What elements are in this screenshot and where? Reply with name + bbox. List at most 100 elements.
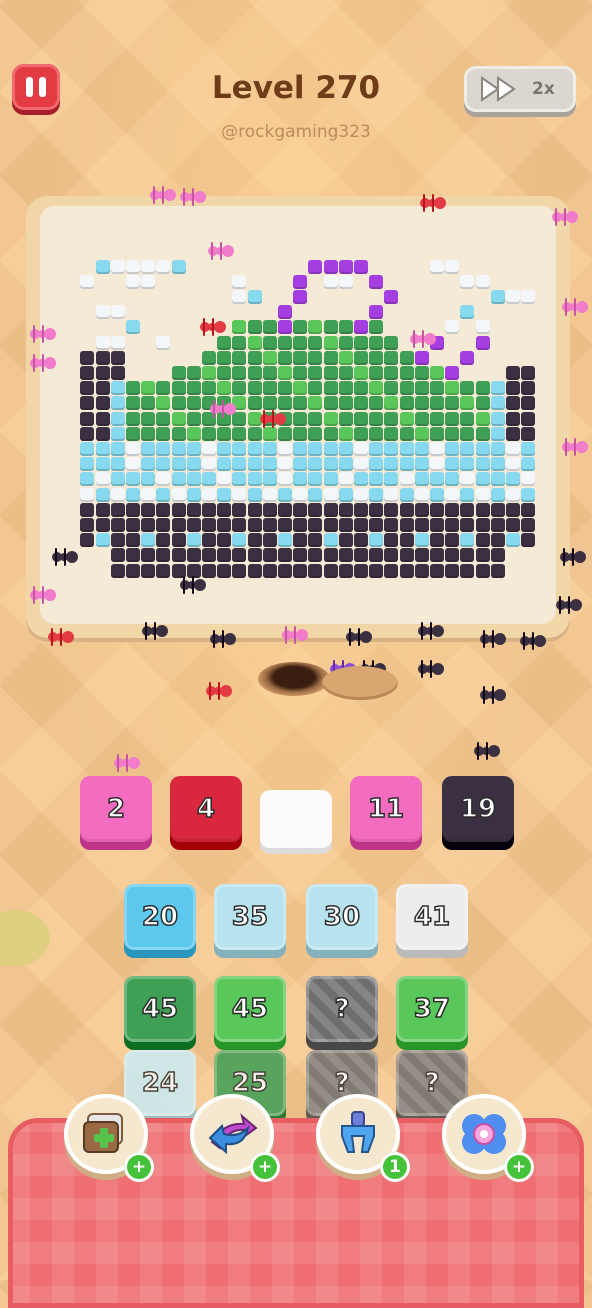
queue-tile[interactable]: 2 (80, 776, 152, 842)
stack-tile-value: ? (424, 1067, 441, 1099)
pixel-block (354, 563, 368, 578)
pixel-block (323, 335, 338, 350)
pixel-block (126, 563, 140, 578)
stack-tile[interactable]: 37 (396, 976, 468, 1042)
pixel-block (323, 442, 338, 456)
stack-tile[interactable]: 45 (214, 976, 286, 1042)
pixel-block (308, 335, 323, 350)
pixel-block (323, 548, 338, 563)
queue-tile[interactable]: 19 (442, 776, 514, 842)
pixel-block (80, 366, 95, 380)
hidden-tile[interactable]: ? (306, 976, 378, 1042)
pixel-block (232, 457, 247, 472)
pixel-block (247, 563, 262, 578)
pixel-block (95, 426, 110, 441)
stack-tile[interactable]: 35 (214, 884, 286, 950)
pixel-block (521, 442, 536, 456)
pixel-block (445, 320, 460, 335)
pixel-block (338, 533, 353, 548)
pixel-block (369, 548, 384, 563)
pixel-block (430, 411, 444, 426)
pixel-block (521, 457, 536, 472)
pixel-block (186, 502, 201, 517)
pixel-block (369, 320, 384, 335)
pixel-block (308, 366, 323, 380)
pixel-block (262, 396, 277, 411)
pixel-block (445, 381, 460, 396)
pixel-block (202, 442, 216, 456)
pixel-block (186, 411, 201, 426)
pixel-block (384, 350, 399, 365)
pixel-block (217, 457, 232, 472)
booster-flower[interactable]: + (442, 1094, 534, 1182)
pixel-block (430, 442, 444, 456)
speed-button[interactable]: 2x (464, 66, 576, 112)
pixel-block (126, 411, 140, 426)
booster-add-tile[interactable]: + (64, 1094, 154, 1182)
pixel-block (186, 533, 201, 548)
pixel-block (490, 426, 505, 441)
pixel-block (141, 548, 156, 563)
pixel-block (506, 366, 520, 380)
pixel-block (247, 320, 262, 335)
stack-tile[interactable]: 45 (124, 976, 196, 1042)
booster-badge: + (124, 1152, 154, 1182)
pixel-block (445, 259, 460, 274)
pixel-block (232, 426, 247, 441)
stack-tile[interactable]: 30 (306, 884, 378, 950)
add-tile-icon (83, 1113, 123, 1153)
pixel-block (445, 518, 460, 532)
swap-arrows-icon (208, 1113, 258, 1155)
pixel-block (308, 411, 323, 426)
pixel-block (262, 335, 277, 350)
pixel-block (232, 548, 247, 563)
pixel-block (506, 502, 520, 517)
pixel-block (293, 472, 308, 487)
pixel-block (308, 320, 323, 335)
pixel-block (430, 518, 444, 532)
pixel-block (156, 518, 171, 532)
pixel-block (262, 320, 277, 335)
pixel-block (126, 320, 140, 335)
pixel-block (278, 472, 292, 487)
pixel-block (141, 396, 156, 411)
pixel-block (354, 259, 368, 274)
ants-layer (0, 0, 592, 1280)
stack-tile[interactable]: 41 (396, 884, 468, 950)
pixel-block (171, 457, 186, 472)
pixel-block (445, 502, 460, 517)
queue-tile[interactable]: 11 (350, 776, 422, 842)
pixel-block (217, 533, 232, 548)
pixel-block (475, 396, 490, 411)
pixel-block (369, 518, 384, 532)
pixel-block (475, 457, 490, 472)
pixel-block (445, 411, 460, 426)
pixel-block (186, 518, 201, 532)
pixel-block (80, 411, 95, 426)
pixel-block (490, 396, 505, 411)
pixel-block (521, 533, 536, 548)
pixel-block (293, 381, 308, 396)
pixel-block (247, 472, 262, 487)
pixel-block (384, 518, 399, 532)
pixel-block (262, 472, 277, 487)
channel-watermark: @rockgaming323 (221, 122, 371, 142)
pixel-block (156, 411, 171, 426)
pixel-block (95, 350, 110, 365)
pixel-block (232, 502, 247, 517)
pause-button[interactable] (12, 64, 60, 110)
pixel-block (430, 259, 444, 274)
pixel-block (262, 533, 277, 548)
pixel-block (202, 502, 216, 517)
stack-tile[interactable]: 20 (124, 884, 196, 950)
booster-claw[interactable]: 1 (316, 1094, 410, 1182)
pixel-block (399, 426, 414, 441)
pixel-block (460, 381, 475, 396)
pixel-block (232, 290, 247, 304)
booster-swap[interactable]: + (190, 1094, 280, 1182)
pixel-block (399, 457, 414, 472)
pixel-block (80, 442, 95, 456)
stack-tile-value: 35 (231, 901, 269, 933)
queue-tile[interactable]: 4 (170, 776, 242, 842)
pixel-block (156, 442, 171, 456)
